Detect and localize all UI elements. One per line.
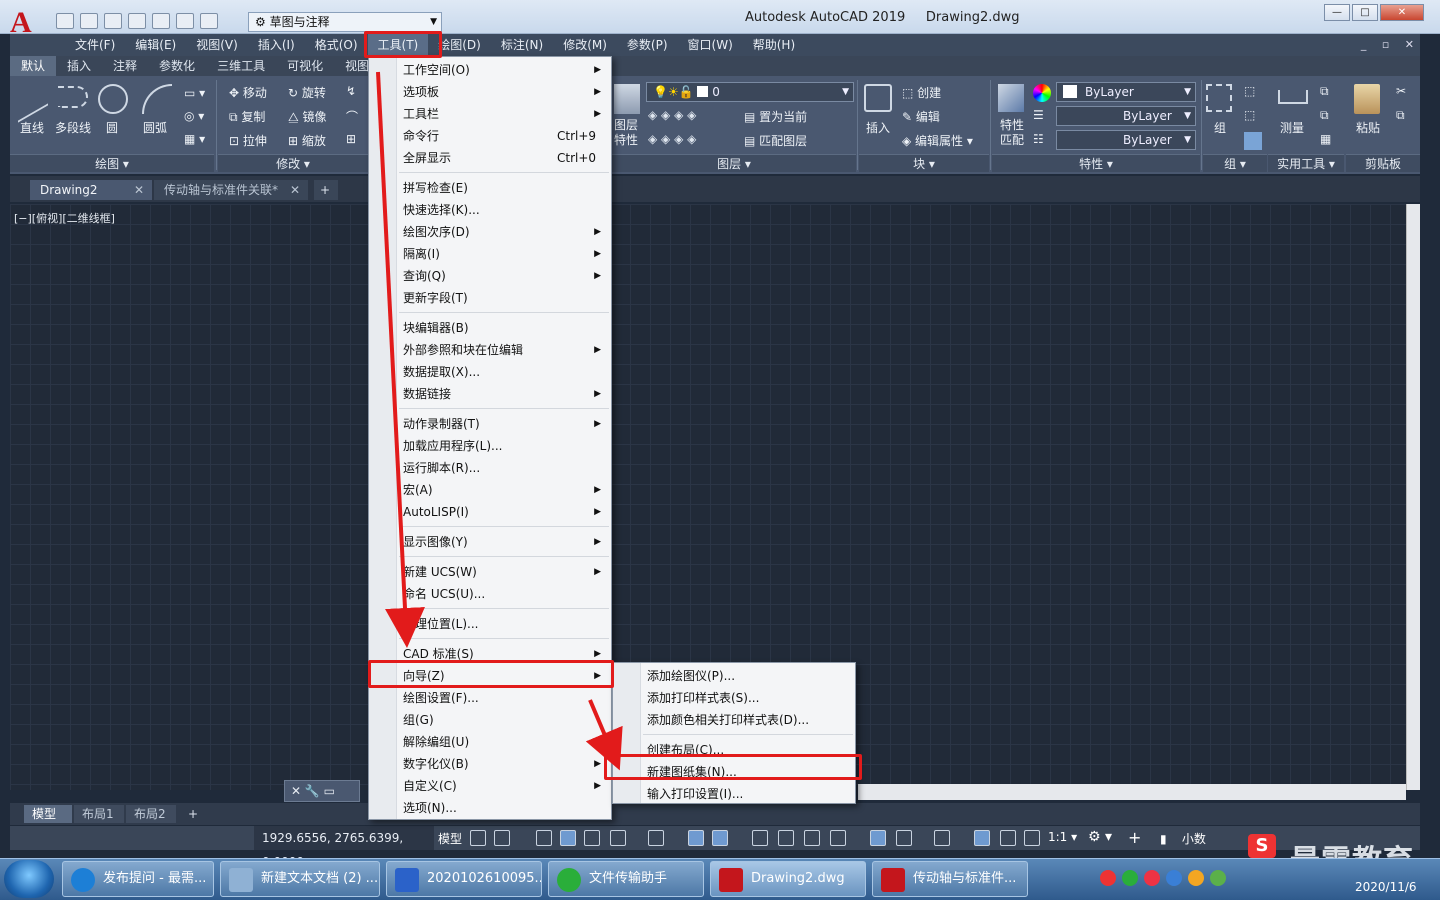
annotation-arrows [376,71,623,771]
arrow-to-new-sheet-set [585,699,623,771]
arrow-to-wizard [376,71,425,648]
